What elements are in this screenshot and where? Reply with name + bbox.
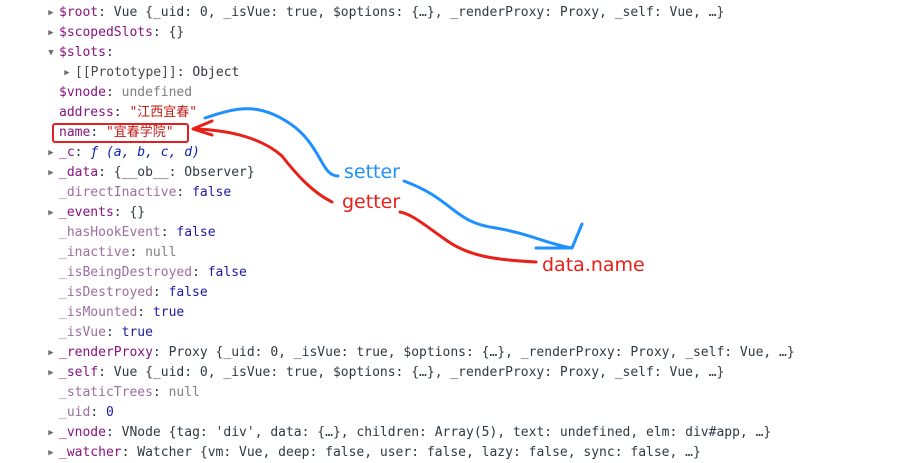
setter-arrow [203, 107, 340, 178]
getter-label: getter [342, 191, 401, 213]
annotation-layer [191, 107, 584, 264]
data-name-label: data.name [542, 254, 645, 276]
setter-label: setter [344, 161, 400, 183]
setter-to-data-arrow [402, 179, 584, 250]
getter-arrow [191, 119, 334, 204]
